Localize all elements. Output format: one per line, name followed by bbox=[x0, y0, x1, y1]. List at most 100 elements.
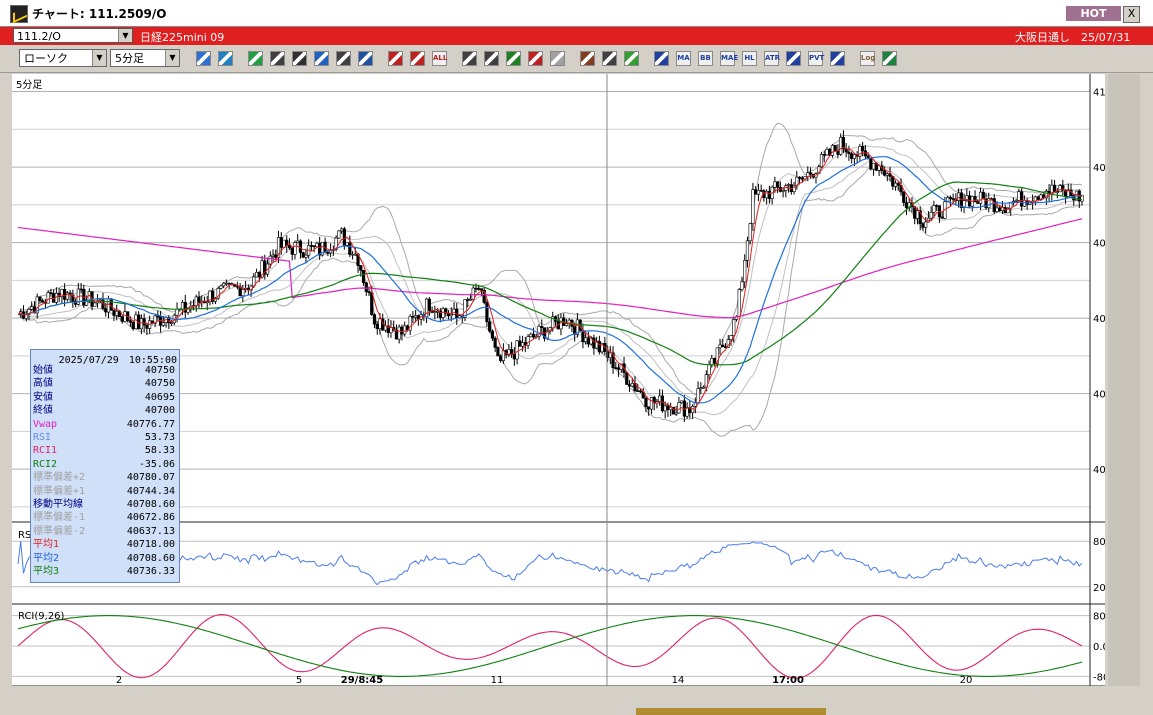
candle-body bbox=[636, 390, 640, 392]
info-row-value: -35.06 bbox=[138, 458, 175, 470]
arrow-icon[interactable] bbox=[314, 51, 329, 66]
candle-body bbox=[257, 271, 261, 278]
y-tick-label: 40900 bbox=[1093, 163, 1105, 174]
exchange-date: 大阪日通し 25/07/31 bbox=[1015, 31, 1131, 44]
info-icon[interactable] bbox=[550, 51, 565, 66]
y-tick-label: 40800 bbox=[1093, 239, 1105, 250]
line-icon[interactable] bbox=[270, 51, 285, 66]
candle-body bbox=[115, 310, 119, 316]
candle-body bbox=[520, 342, 525, 347]
candle-body bbox=[1036, 196, 1040, 201]
code-select[interactable]: 111.2/O ▼ bbox=[13, 28, 133, 43]
info-row: 平均2 40708.60 bbox=[33, 552, 177, 565]
hl-icon[interactable]: HL bbox=[742, 51, 757, 66]
atr-icon[interactable]: ATR bbox=[764, 51, 780, 66]
candle-body bbox=[773, 181, 777, 188]
candle-body bbox=[142, 318, 146, 326]
chevron-down-icon[interactable]: ▼ bbox=[165, 50, 179, 66]
main-panel-label: 5分足 bbox=[16, 79, 42, 91]
bars-icon[interactable] bbox=[388, 51, 403, 66]
log-icon[interactable]: Log bbox=[860, 51, 875, 66]
candle-body bbox=[414, 315, 418, 318]
candle-body bbox=[345, 242, 349, 246]
info-row-value: 40780.07 bbox=[126, 472, 175, 484]
candle-body bbox=[474, 287, 478, 290]
pencil-icon[interactable] bbox=[248, 51, 263, 66]
candle-body bbox=[479, 288, 484, 291]
candle-body bbox=[693, 402, 697, 407]
candle-body bbox=[488, 321, 492, 332]
candle-body bbox=[496, 347, 500, 357]
window-icon[interactable] bbox=[218, 51, 233, 66]
mae-icon[interactable]: MAE bbox=[720, 51, 738, 66]
info-row-value: 40776.77 bbox=[126, 418, 175, 430]
candle-body bbox=[290, 247, 294, 255]
ma-icon[interactable]: MA bbox=[676, 51, 691, 66]
ichimoku-icon[interactable] bbox=[654, 51, 669, 66]
frame-icon[interactable] bbox=[830, 51, 845, 66]
rsi-tick-label: 20.00 bbox=[1093, 583, 1105, 594]
info-row: RSI 53.73 bbox=[33, 431, 177, 444]
info-row-value: 40700 bbox=[144, 405, 175, 417]
candle-body bbox=[499, 355, 503, 361]
candle-body bbox=[219, 285, 223, 289]
search-icon[interactable] bbox=[196, 51, 211, 66]
hot-button[interactable]: HOT bbox=[1066, 6, 1121, 21]
color-icon[interactable] bbox=[624, 51, 639, 66]
zoom-icon[interactable] bbox=[484, 51, 499, 66]
candle-body bbox=[956, 192, 961, 201]
candle-body bbox=[630, 383, 634, 387]
period-select[interactable]: 5分足 ▼ bbox=[110, 49, 180, 67]
wrench-icon[interactable] bbox=[602, 51, 617, 66]
indicator-icon[interactable] bbox=[506, 51, 521, 66]
info-row-label: 標準偏差+2 bbox=[33, 472, 86, 484]
plus-icon[interactable] bbox=[528, 51, 543, 66]
all-icon[interactable]: ALL bbox=[432, 51, 447, 66]
copy-icon[interactable] bbox=[336, 51, 351, 66]
candle-body bbox=[224, 282, 229, 285]
bars2-icon[interactable] bbox=[410, 51, 425, 66]
gear-icon[interactable] bbox=[580, 51, 595, 66]
candle-body bbox=[205, 301, 209, 304]
candle-body bbox=[304, 254, 308, 258]
bb-icon[interactable]: BB bbox=[698, 51, 713, 66]
candle-body bbox=[800, 177, 804, 180]
alarm-icon[interactable] bbox=[462, 51, 477, 66]
info-row-value: 40672.86 bbox=[126, 512, 175, 524]
candle-body bbox=[175, 308, 179, 316]
chevron-down-icon[interactable]: ▼ bbox=[118, 29, 132, 42]
candle-body bbox=[342, 228, 346, 246]
candle-body bbox=[233, 284, 237, 287]
window-titlebar: チャート: 111.2509/O HOT X bbox=[0, 0, 1153, 27]
pvt-icon[interactable]: PVT bbox=[808, 51, 824, 66]
info-row: RCI1 58.33 bbox=[33, 444, 177, 457]
candle-body bbox=[309, 245, 314, 247]
candle-body bbox=[477, 288, 481, 290]
candle-body bbox=[797, 176, 802, 179]
scroll-thumb[interactable] bbox=[636, 708, 826, 715]
rci-tick-label: -80.00 bbox=[1093, 672, 1105, 683]
candle-body bbox=[680, 400, 684, 403]
candle-body bbox=[902, 191, 906, 203]
dmi-icon[interactable] bbox=[786, 51, 801, 66]
export-icon[interactable] bbox=[882, 51, 897, 66]
candle-body bbox=[885, 173, 889, 176]
cursor-icon[interactable] bbox=[292, 51, 307, 66]
trash-icon[interactable] bbox=[358, 51, 373, 66]
chart-type-select[interactable]: ローソク ▼ bbox=[19, 49, 107, 67]
candle-body bbox=[998, 207, 1002, 211]
x-tick-label: 11 bbox=[491, 675, 504, 686]
candle-body bbox=[169, 322, 174, 325]
candle-body bbox=[586, 337, 590, 345]
candle-body bbox=[932, 205, 936, 213]
candle-body bbox=[131, 322, 135, 330]
candle-body bbox=[518, 340, 522, 347]
close-icon[interactable]: X bbox=[1123, 6, 1140, 23]
chevron-down-icon[interactable]: ▼ bbox=[92, 50, 106, 66]
candle-body bbox=[241, 289, 245, 297]
horizontal-scrollbar[interactable] bbox=[0, 706, 1153, 715]
x-tick-label: 14 bbox=[672, 675, 685, 686]
candle-body bbox=[784, 185, 788, 191]
candle-body bbox=[350, 253, 355, 256]
candle-body bbox=[924, 221, 928, 228]
